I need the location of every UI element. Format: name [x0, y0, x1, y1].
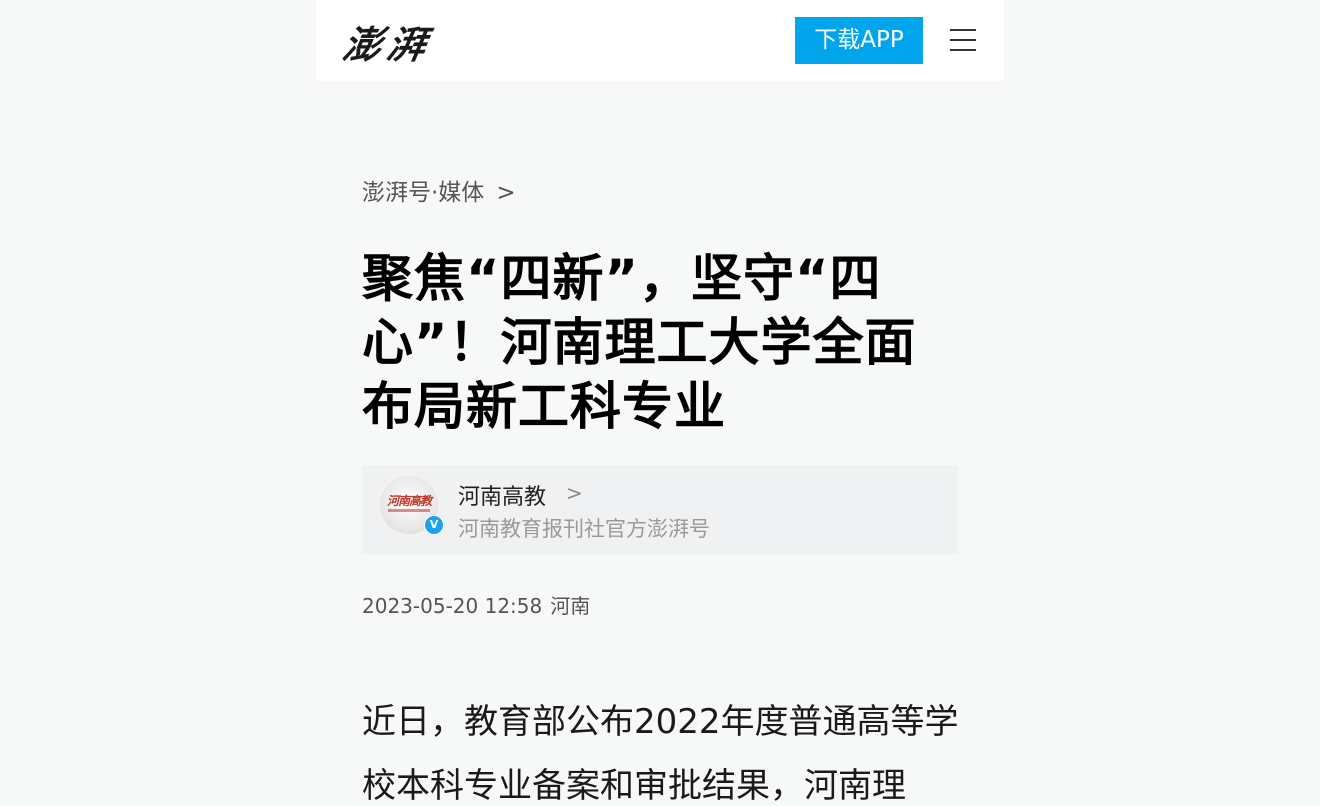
article-body: 近日，教育部公布2022年度普通高等学校本科专业备案和审批结果，河南理 — [362, 702, 959, 806]
author-name[interactable]: 河南高教 — [458, 479, 546, 511]
avatar-logo-text: 河南高教 — [386, 494, 432, 508]
site-logo[interactable]: 澎湃 — [339, 14, 437, 69]
author-card[interactable]: 河南高教 V 河南高教 > 河南教育报刊社官方澎湃号 — [362, 465, 958, 554]
article-title: 聚焦“四新”，坚守“四心”！河南理工大学全面布局新工科专业 — [362, 250, 917, 437]
page: 澎湃 下载APP 澎湃号·媒体 > 聚焦“四新”，坚守“四心”！河南理工大学全面布… — [0, 0, 1320, 806]
hamburger-menu-icon[interactable] — [949, 26, 977, 54]
author-description: 河南教育报刊社官方澎湃号 — [458, 517, 710, 541]
breadcrumb[interactable]: 澎湃号·媒体 > — [362, 173, 516, 207]
breadcrumb-label: 澎湃号·媒体 — [362, 180, 485, 206]
download-app-button[interactable]: 下载APP — [795, 17, 923, 64]
publish-location: 河南 — [550, 594, 591, 618]
verified-badge-icon: V — [424, 515, 444, 535]
chevron-right-icon: > — [566, 481, 583, 505]
chevron-right-icon: > — [496, 180, 516, 206]
avatar-decoration — [388, 509, 430, 512]
publish-date: 2023-05-20 12:58 — [362, 594, 543, 618]
article-meta: 2023-05-20 12:58 河南 — [362, 590, 590, 619]
top-bar: 澎湃 下载APP — [316, 0, 1004, 81]
